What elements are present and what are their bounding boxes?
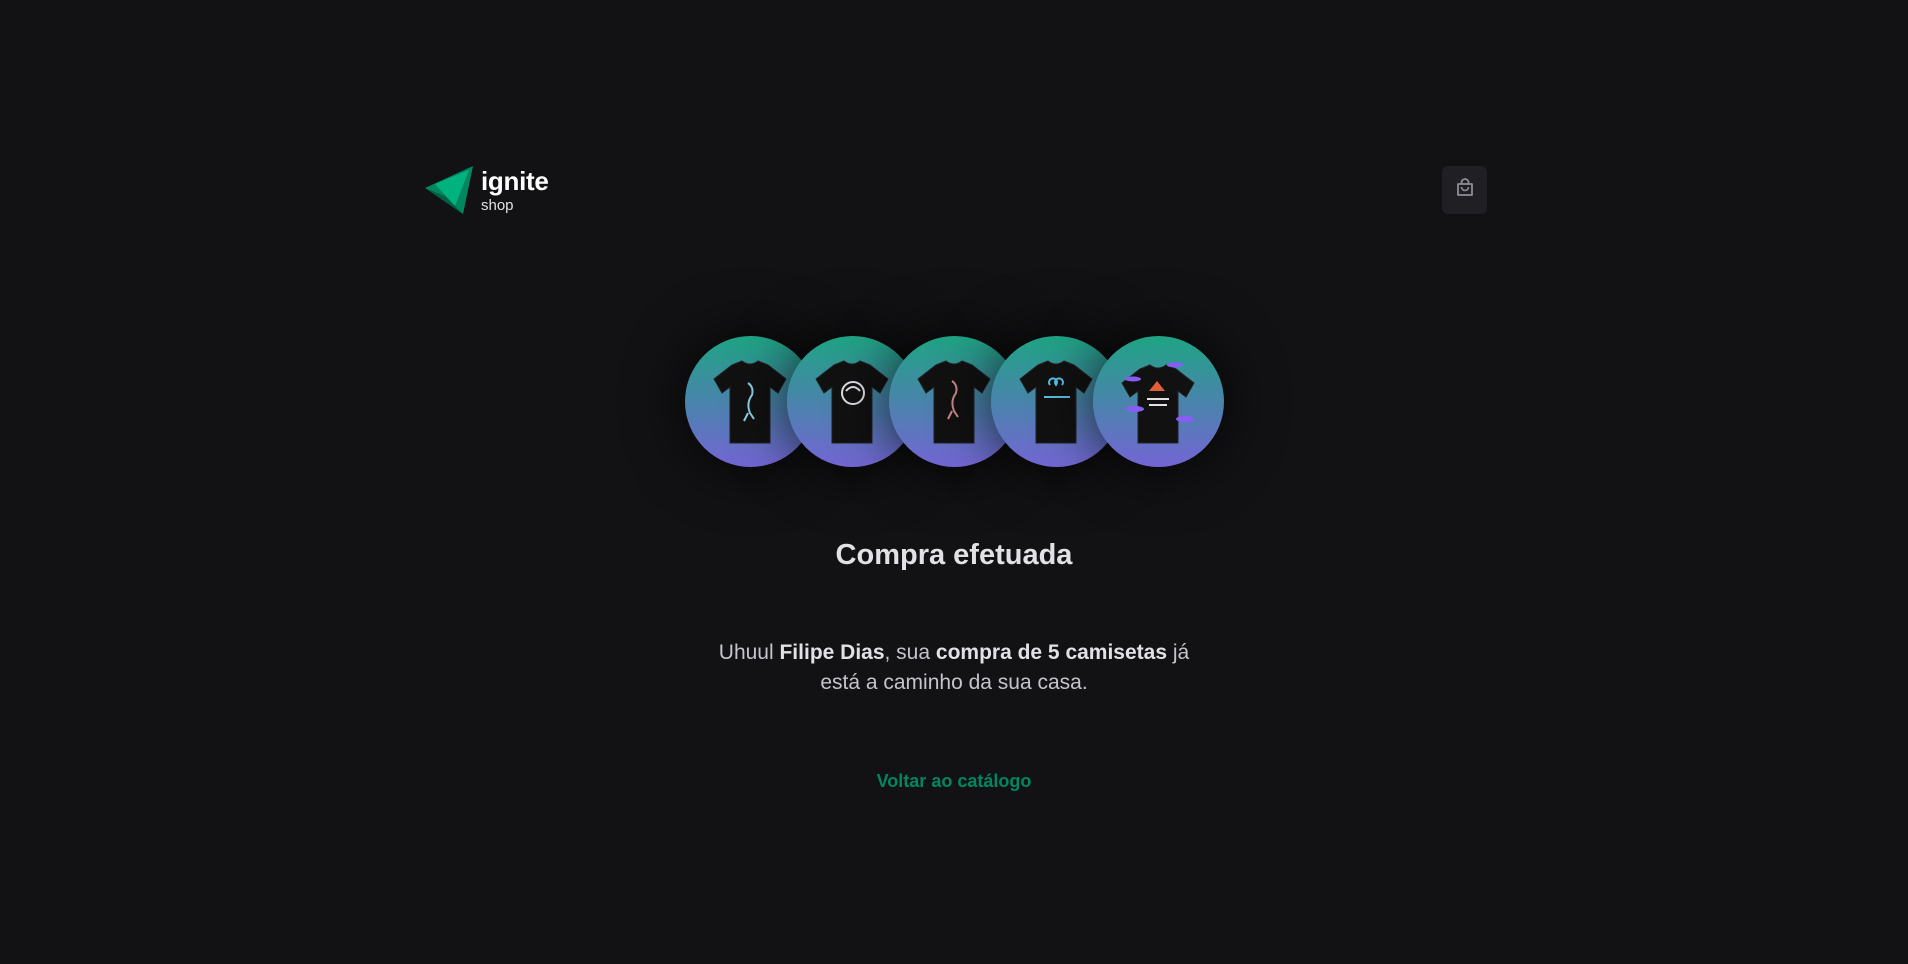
page-title: Compra efetuada <box>835 539 1073 571</box>
shopping-bag-icon <box>1455 177 1475 203</box>
logo-text: ignite shop <box>481 168 549 213</box>
message-connector: , sua <box>884 641 936 664</box>
success-message: Uhuul Filipe Dias, sua compra de 5 camis… <box>714 638 1194 698</box>
logo[interactable]: ignite shop <box>425 165 549 215</box>
customer-name: Filipe Dias <box>779 641 885 664</box>
triangle-logo-icon <box>425 166 473 214</box>
shirt-image <box>1092 336 1224 467</box>
purchased-shirts <box>684 336 1224 467</box>
tshirt-icon <box>1016 357 1096 447</box>
back-to-catalog-link[interactable]: Voltar ao catálogo <box>877 771 1032 792</box>
header: ignite shop <box>425 165 1487 215</box>
logo-sub: shop <box>481 196 514 214</box>
cart-button[interactable] <box>1442 166 1487 214</box>
tshirt-icon <box>1113 357 1203 447</box>
success-container: Compra efetuada Uhuul Filipe Dias, sua c… <box>0 336 1908 792</box>
tshirt-icon <box>914 357 994 447</box>
tshirt-icon <box>710 357 790 447</box>
tshirt-icon <box>812 357 892 447</box>
message-greeting: Uhuul <box>718 641 780 664</box>
purchase-summary: compra de 5 camisetas <box>935 641 1168 664</box>
logo-brand: ignite <box>481 165 549 196</box>
